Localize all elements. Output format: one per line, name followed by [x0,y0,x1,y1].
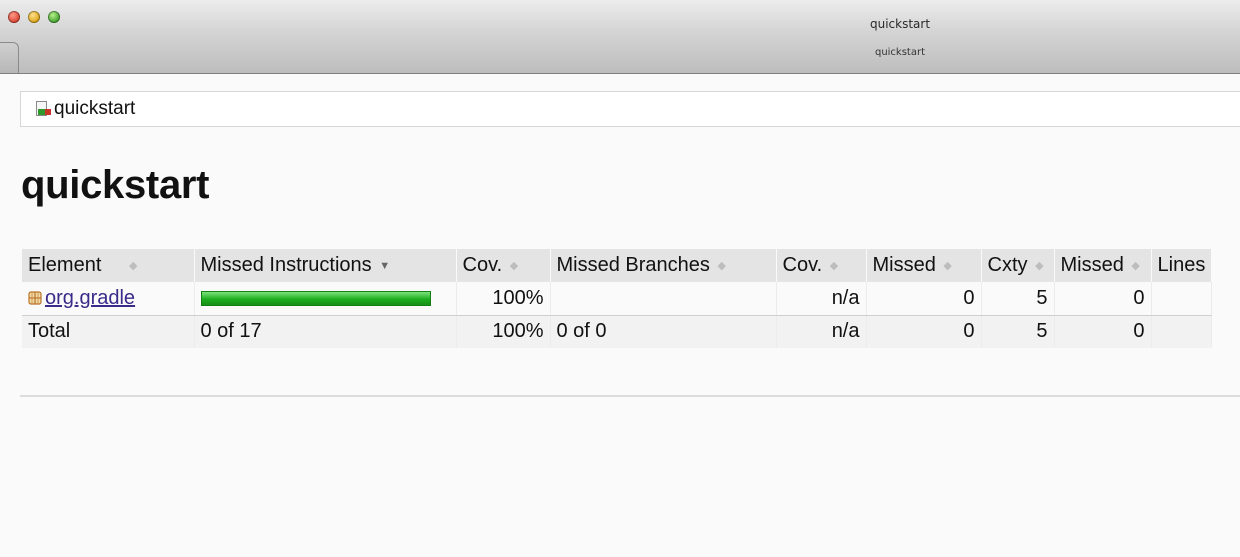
cell-element: org.gradle [22,282,195,316]
header-missed-branches-label: Missed Branches [556,254,710,276]
cell-missed-instructions [194,282,457,316]
header-missed-complexity[interactable]: Missed ◆ [866,249,982,282]
sort-icon: ◆ [1035,260,1044,273]
header-missed-cxty-label: Missed [872,254,936,276]
header-cov1-label: Cov. [462,254,503,276]
cell-total-label: Total [22,315,195,348]
cell-total-cxty: 5 [981,315,1055,348]
sort-icon: ◆ [509,260,519,273]
tab-strip-edge [0,42,19,73]
breadcrumb-label: quickstart [54,98,136,119]
header-lines[interactable]: Lines [1151,249,1213,282]
cell-missed-cxty: 0 [866,282,982,316]
window-title: quickstart [869,17,931,31]
page-title: quickstart [21,163,210,207]
cell-total-cov1: 100% [456,315,551,348]
footer-divider [20,395,1240,397]
package-link[interactable]: org.gradle [45,287,135,309]
cell-missed-lines: 0 [1054,282,1152,316]
cell-lines [1151,282,1213,316]
cell-total-missed-branches: 0 of 0 [550,315,777,348]
sort-icon: ◆ [829,260,839,273]
header-missed-branches[interactable]: Missed Branches ◆ [550,249,777,282]
browser-window: quickstart quickstart quickstart quickst… [0,0,1240,557]
table-header-row: Element ◆ Missed Instructions ▼ Cov. ◆ M… [22,249,1213,282]
header-element-label: Element [28,254,102,276]
package-icon [28,288,42,305]
coverage-bar [200,290,431,306]
zoom-window-icon[interactable] [48,11,60,23]
report-icon [35,101,51,117]
header-lines-label: Lines [1157,254,1206,276]
cell-total-missed-instructions: 0 of 17 [194,315,457,348]
header-missed-lines-label: Missed [1060,254,1124,276]
title-bar: quickstart quickstart [0,0,1240,74]
header-missed-instructions-label: Missed Instructions [200,254,372,276]
header-complexity[interactable]: Cxty ◆ [981,249,1055,282]
cell-cov1: 100% [456,282,551,316]
cell-cov2: n/a [776,282,867,316]
sort-icon: ◆ [1131,260,1140,273]
header-element[interactable]: Element ◆ [22,249,195,282]
cell-cxty: 5 [981,282,1055,316]
breadcrumb: quickstart [20,91,1240,127]
header-cxty-label: Cxty [987,254,1028,276]
header-coverage-branches[interactable]: Cov. ◆ [776,249,867,282]
tab-title[interactable]: quickstart [810,47,990,58]
cell-total-missed-lines: 0 [1054,315,1152,348]
sort-icon: ◆ [717,260,726,273]
close-window-icon[interactable] [8,11,20,23]
cell-total-cov2: n/a [776,315,867,348]
sort-descending-icon: ▼ [379,259,391,272]
header-cov2-label: Cov. [782,254,823,276]
table-row: org.gradle 100% n/a 0 5 0 [22,282,1213,316]
header-missed-instructions[interactable]: Missed Instructions ▼ [194,249,457,282]
header-missed-lines[interactable]: Missed ◆ [1054,249,1152,282]
coverage-table: Element ◆ Missed Instructions ▼ Cov. ◆ M… [22,249,1213,348]
cell-total-lines [1151,315,1213,348]
minimize-window-icon[interactable] [28,11,40,23]
table-total-row: Total 0 of 17 100% 0 of 0 n/a 0 5 0 [22,315,1213,348]
sort-icon: ◆ [128,260,138,273]
cell-total-missed-cxty: 0 [866,315,982,348]
sort-icon: ◆ [943,260,952,273]
header-coverage-instructions[interactable]: Cov. ◆ [456,249,551,282]
cell-missed-branches [550,282,777,316]
